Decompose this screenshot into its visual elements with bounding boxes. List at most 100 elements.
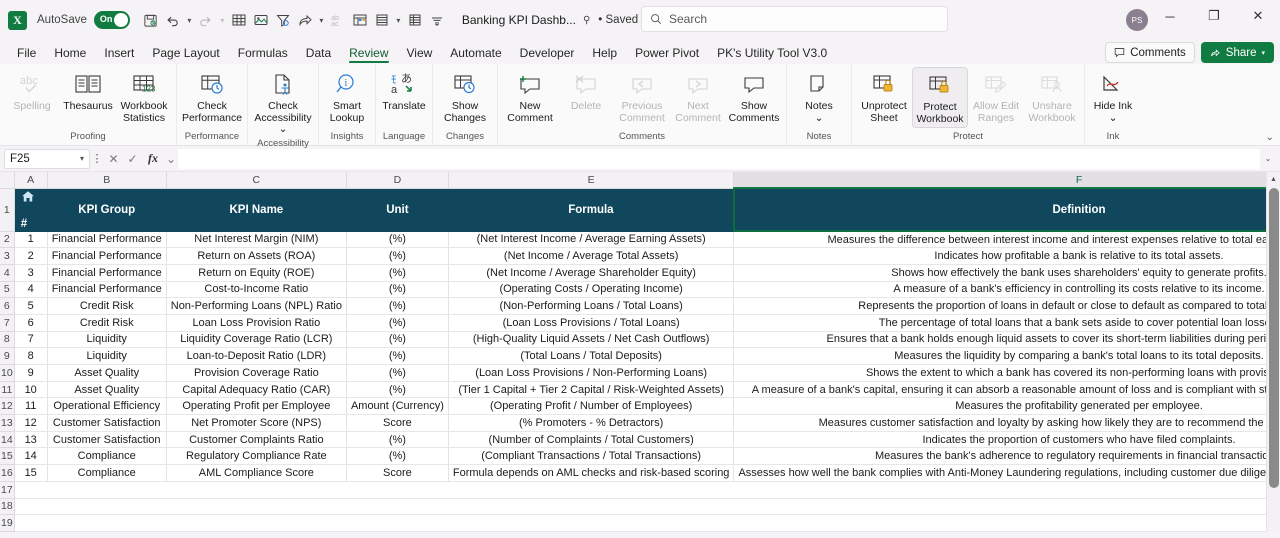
undo-dropdown-icon[interactable]: ▾ bbox=[184, 8, 195, 32]
cell-a17[interactable] bbox=[14, 481, 48, 499]
table-row[interactable]: 17 bbox=[0, 480, 1280, 499]
autosave-toggle[interactable]: On bbox=[93, 11, 130, 29]
row-header-7[interactable]: 7 bbox=[0, 313, 15, 332]
cell-f13[interactable]: Measures customer satisfaction and loyal… bbox=[733, 414, 1280, 432]
cell-b8[interactable]: Liquidity bbox=[47, 331, 167, 349]
picture-icon[interactable] bbox=[250, 8, 272, 32]
cell-c18[interactable] bbox=[166, 498, 347, 516]
sheet-icon[interactable] bbox=[404, 8, 426, 32]
pivot-table-icon[interactable] bbox=[349, 8, 371, 32]
home-icon[interactable] bbox=[21, 190, 35, 203]
thesaurus-button[interactable]: Thesaurus bbox=[60, 67, 116, 115]
table-row[interactable]: 15 14 Compliance Regulatory Compliance Rate… bbox=[0, 447, 1280, 466]
cell-a13[interactable]: 12 bbox=[14, 414, 48, 432]
name-box-chevron-down-icon[interactable]: ▾ bbox=[80, 154, 84, 163]
cell-b7[interactable]: Credit Risk bbox=[47, 314, 167, 332]
cell-c2[interactable]: Net Interest Margin (NIM) bbox=[166, 231, 347, 249]
cell-f7[interactable]: The percentage of total loans that a ban… bbox=[733, 314, 1280, 332]
customize-qat-icon[interactable] bbox=[426, 8, 448, 32]
cell-b5[interactable]: Financial Performance bbox=[47, 281, 167, 299]
cell-b10[interactable]: Asset Quality bbox=[47, 364, 167, 382]
new-comment-button[interactable]: New Comment bbox=[502, 67, 558, 126]
cell-b19[interactable] bbox=[47, 514, 167, 532]
row-header-11[interactable]: 11 bbox=[0, 380, 15, 399]
cell-f6[interactable]: Represents the proportion of loans in de… bbox=[733, 297, 1280, 315]
cell-a4[interactable]: 3 bbox=[14, 264, 48, 282]
column-header-c[interactable]: C bbox=[165, 172, 347, 189]
cell-a10[interactable]: 9 bbox=[14, 364, 48, 382]
cell-d13[interactable]: Score bbox=[346, 414, 449, 432]
table-row[interactable]: 6 5 Credit Risk Non-Performing Loans (NPL) … bbox=[0, 297, 1280, 315]
cell-b14[interactable]: Customer Satisfaction bbox=[47, 431, 167, 449]
cell-b6[interactable]: Credit Risk bbox=[47, 297, 167, 315]
cell-f16[interactable]: Assesses how well the bank complies with… bbox=[733, 464, 1280, 482]
cell-c8[interactable]: Liquidity Coverage Ratio (LCR) bbox=[166, 331, 347, 349]
cell-d11[interactable]: (%) bbox=[346, 381, 449, 399]
row-header-9[interactable]: 9 bbox=[0, 347, 15, 365]
row-header-15[interactable]: 15 bbox=[0, 447, 15, 466]
cell-c19[interactable] bbox=[166, 514, 347, 532]
cell-f8[interactable]: Ensures that a bank holds enough liquid … bbox=[733, 331, 1280, 349]
cell-a19[interactable] bbox=[14, 514, 48, 532]
cell-b15[interactable]: Compliance bbox=[47, 447, 167, 466]
row-header-17[interactable]: 17 bbox=[0, 480, 15, 499]
tab-automate[interactable]: Automate bbox=[441, 44, 510, 64]
share-dropdown-icon[interactable]: ▾ bbox=[316, 8, 327, 32]
cell-e2[interactable]: (Net Interest Income / Average Earning A… bbox=[448, 231, 735, 249]
row-header-13[interactable]: 13 bbox=[0, 414, 15, 432]
cell-d4[interactable]: (%) bbox=[346, 264, 449, 282]
insert-function-icon[interactable]: fx bbox=[142, 151, 164, 166]
cell-a12[interactable]: 11 bbox=[14, 397, 48, 416]
select-all-corner[interactable] bbox=[0, 172, 15, 189]
table-row[interactable]: 13 12 Customer Satisfaction Net Promoter Sc… bbox=[0, 414, 1280, 432]
cell-c6[interactable]: Non-Performing Loans (NPL) Ratio bbox=[166, 297, 347, 315]
cell-c11[interactable]: Capital Adequacy Ratio (CAR) bbox=[166, 381, 347, 399]
cell-d7[interactable]: (%) bbox=[346, 314, 449, 332]
cell-e11[interactable]: (Tier 1 Capital + Tier 2 Capital / Risk-… bbox=[448, 381, 735, 399]
cell-e14[interactable]: (Number of Complaints / Total Customers) bbox=[448, 431, 735, 449]
restore-button[interactable]: ❐ bbox=[1192, 0, 1236, 32]
protect-workbook-button[interactable]: Protect Workbook bbox=[912, 67, 968, 128]
cell-e6[interactable]: (Non-Performing Loans / Total Loans) bbox=[448, 297, 735, 315]
show-comments-button[interactable]: Show Comments bbox=[726, 67, 782, 126]
cell-b3[interactable]: Financial Performance bbox=[47, 247, 167, 265]
check-accessibility-button[interactable]: Check Accessibility ⌄ bbox=[252, 67, 314, 138]
unprotect-sheet-button[interactable]: Unprotect Sheet bbox=[856, 67, 912, 126]
cell-e13[interactable]: (% Promoters - % Detractors) bbox=[448, 414, 735, 432]
cell-a2[interactable]: 1 bbox=[14, 231, 48, 249]
cell-d17[interactable] bbox=[346, 481, 449, 499]
cell-a18[interactable] bbox=[14, 498, 48, 516]
cell-a9[interactable]: 8 bbox=[14, 347, 48, 365]
row-header-20[interactable]: 20 bbox=[0, 530, 15, 532]
table-row[interactable]: 20 bbox=[0, 530, 1280, 532]
row-header-5[interactable]: 5 bbox=[0, 280, 15, 299]
hide-ink-button[interactable]: Hide Ink ⌄ bbox=[1089, 67, 1137, 126]
cell-f5[interactable]: A measure of a bank's efficiency in cont… bbox=[733, 281, 1280, 299]
tab-page-layout[interactable]: Page Layout bbox=[143, 44, 228, 64]
cell-e19[interactable] bbox=[448, 514, 734, 532]
expand-formula-bar-icon[interactable]: ⌄ bbox=[1260, 154, 1276, 163]
cell-e20[interactable] bbox=[448, 531, 734, 532]
check-performance-button[interactable]: Check Performance bbox=[181, 67, 243, 126]
table-row[interactable]: 19 bbox=[0, 514, 1280, 532]
cell-c13[interactable]: Net Promoter Score (NPS) bbox=[166, 414, 347, 432]
notes-button[interactable]: Notes ⌄ bbox=[791, 67, 847, 126]
close-button[interactable]: ✕ bbox=[1236, 0, 1280, 32]
cell-a15[interactable]: 14 bbox=[14, 447, 48, 466]
cancel-x-icon[interactable]: ✕ bbox=[104, 152, 123, 166]
column-header-b[interactable]: B bbox=[46, 172, 167, 189]
cell-a6[interactable]: 5 bbox=[14, 297, 48, 315]
table-row[interactable]: 14 13 Customer Satisfaction Customer Compla… bbox=[0, 430, 1280, 449]
show-changes-button[interactable]: Show Changes bbox=[437, 67, 493, 126]
table-icon[interactable] bbox=[228, 8, 250, 32]
cell-e5[interactable]: (Operating Costs / Operating Income) bbox=[448, 281, 735, 299]
row-header-2[interactable]: 2 bbox=[0, 230, 15, 249]
formula-bar-more-icon[interactable]: ⋮ bbox=[90, 152, 104, 165]
tab-review[interactable]: Review bbox=[340, 44, 397, 64]
save-icon[interactable] bbox=[140, 8, 162, 32]
cell-e9[interactable]: (Total Loans / Total Deposits) bbox=[448, 347, 735, 365]
cell-d15[interactable]: (%) bbox=[346, 447, 449, 466]
cell-b18[interactable] bbox=[47, 498, 167, 516]
table-row[interactable]: 10 9 Asset Quality Provision Coverage Ratio… bbox=[0, 364, 1280, 382]
cell-a8[interactable]: 7 bbox=[14, 331, 48, 349]
